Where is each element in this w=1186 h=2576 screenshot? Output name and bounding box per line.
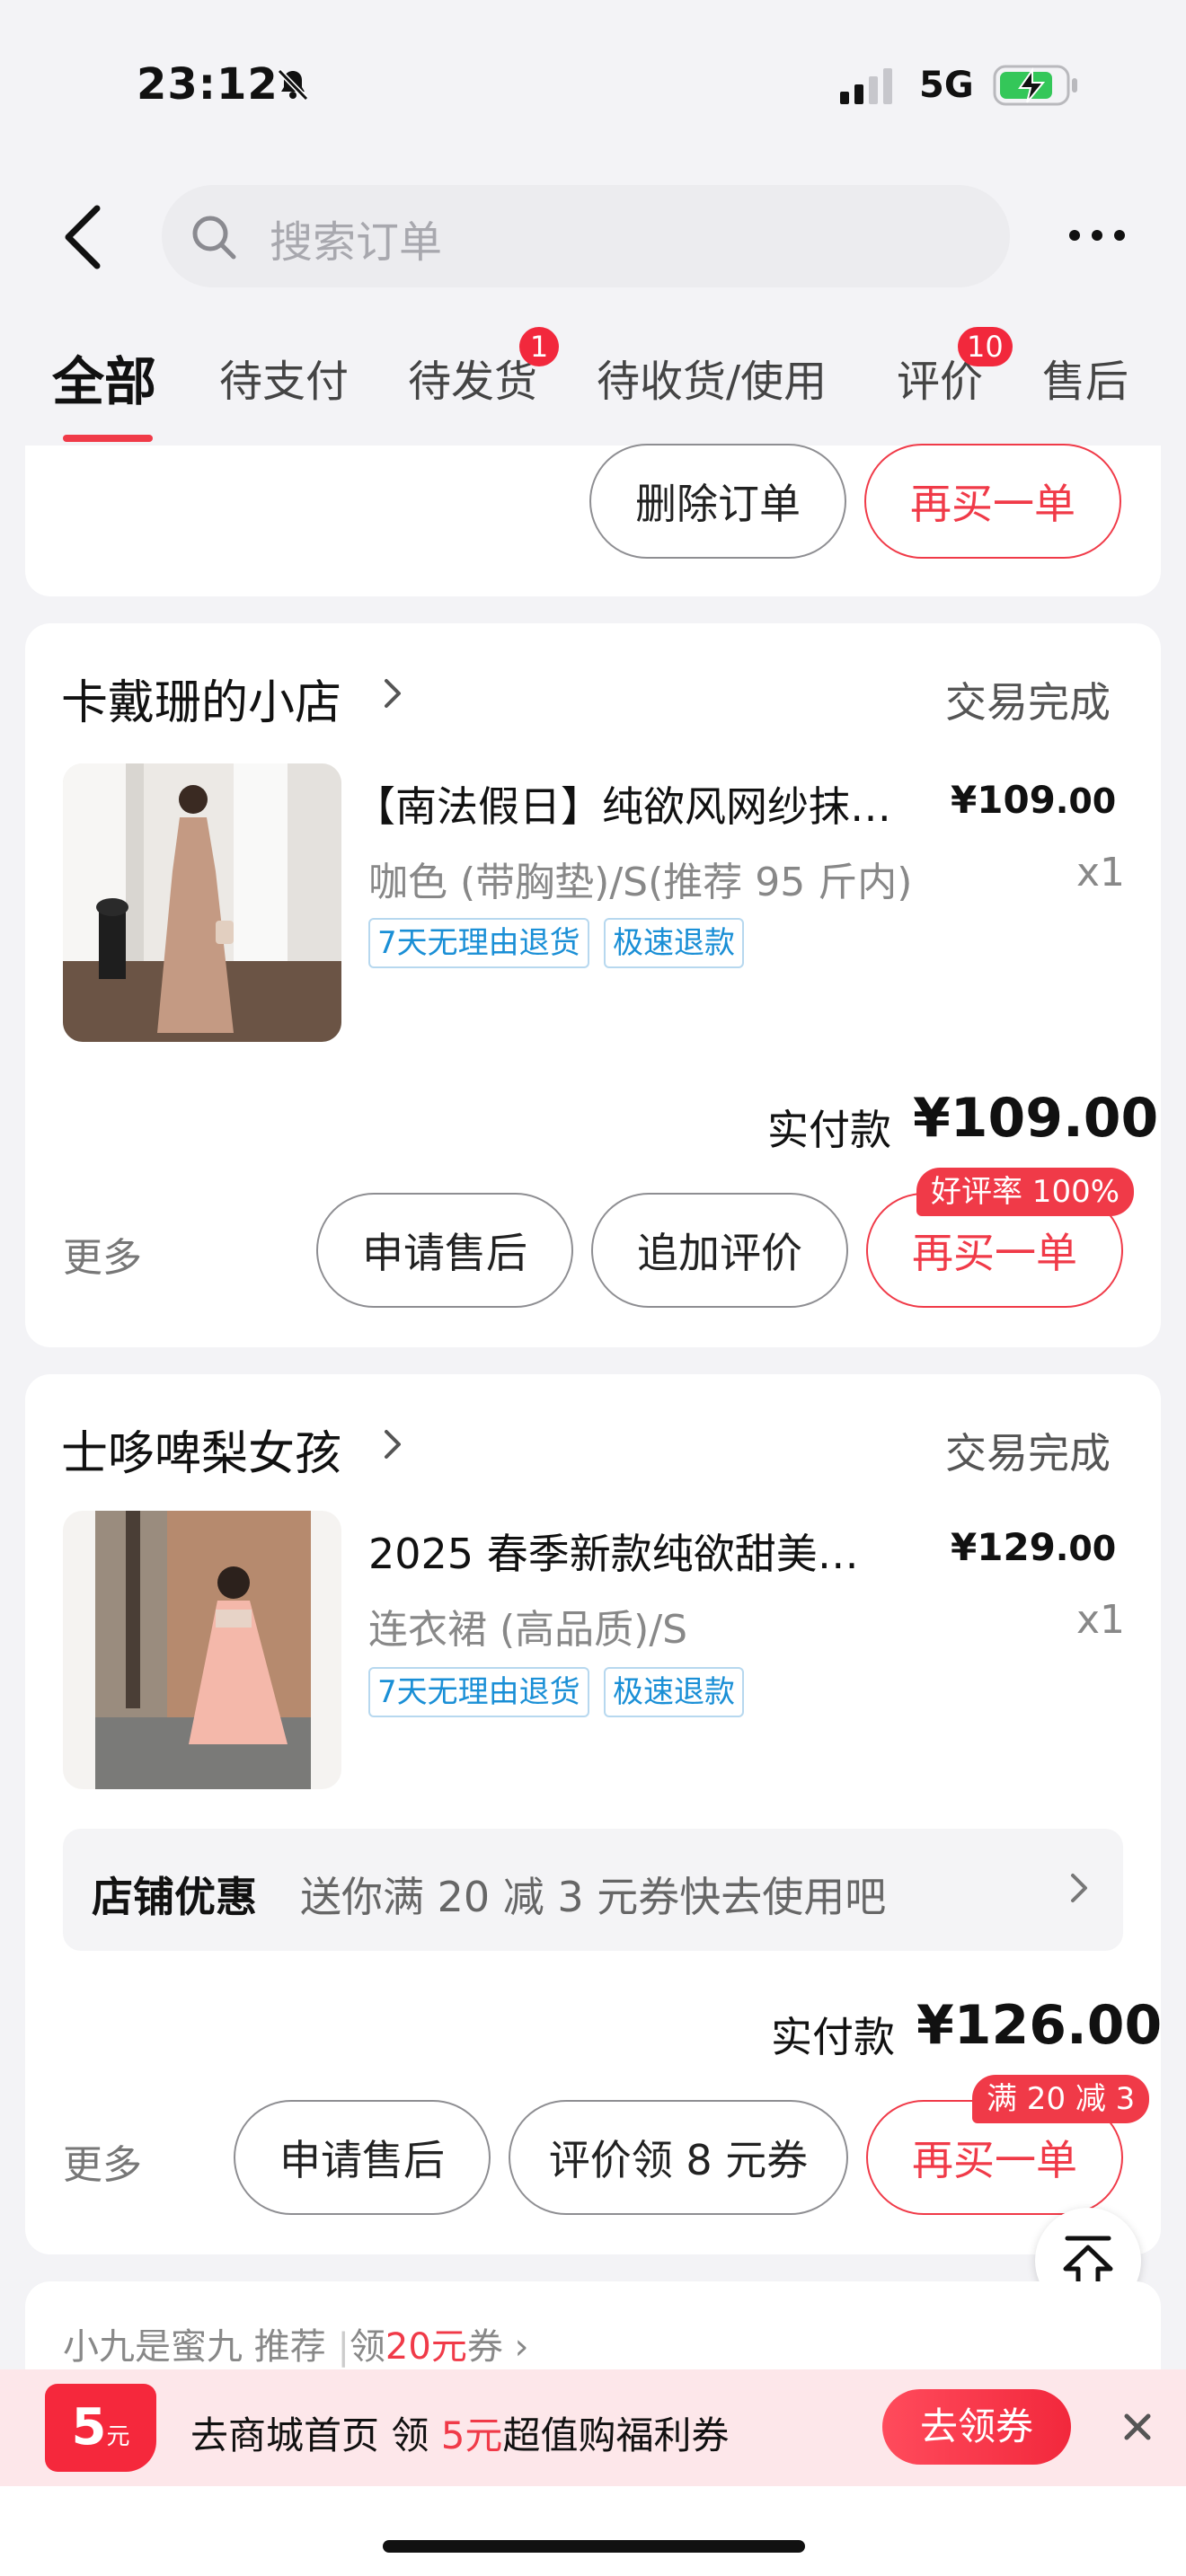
chevron-right-icon[interactable] xyxy=(381,1426,404,1462)
price-integer: ¥109 xyxy=(951,778,1056,822)
product-title[interactable]: 【南法假日】纯欲风网纱抹… xyxy=(354,774,891,834)
fast-refund-tag: 极速退款 xyxy=(604,1667,744,1717)
signal-icon xyxy=(840,68,892,104)
add-review-button[interactable]: 追加评价 xyxy=(591,1193,848,1308)
battery-icon xyxy=(993,65,1077,106)
promo-badge-unit: 元 xyxy=(106,2423,130,2450)
coupon-prefix: 领 xyxy=(349,2326,385,2368)
tab-badge: 1 xyxy=(519,327,559,366)
product-qty: x1 xyxy=(1076,1597,1126,1643)
tab-badge: 10 xyxy=(958,327,1013,366)
back-icon[interactable] xyxy=(58,203,108,271)
paid-amount: ¥109.00 xyxy=(913,1087,1159,1150)
coupon-text: 送你满 20 减 3 元券快去使用吧 xyxy=(300,1873,887,1921)
search-icon xyxy=(192,216,236,260)
home-indicator[interactable] xyxy=(383,2540,805,2553)
coupon-suffix: 券 xyxy=(466,2326,503,2368)
product-qty: x1 xyxy=(1076,850,1126,895)
product-image[interactable] xyxy=(63,1511,341,1789)
price-decimal: .00 xyxy=(1055,1529,1117,1568)
chevron-right-icon: › xyxy=(502,2326,529,2368)
paid-amount: ¥126.00 xyxy=(916,1994,1163,2057)
rebuy-button[interactable]: 再买一单 xyxy=(864,444,1121,559)
review-coupon-button[interactable]: 评价领 8 元券 xyxy=(509,2100,848,2215)
product-spec: 咖色 (带胸垫)/S(推荐 95 斤内) xyxy=(368,860,913,905)
tab-all[interactable]: 全部 xyxy=(52,340,156,415)
paid-label: 实付款 xyxy=(771,2013,895,2061)
bell-slash-icon xyxy=(277,68,309,101)
promo-text-a: 去商城首页 领 xyxy=(190,2413,441,2457)
paid-label: 实付款 xyxy=(767,1106,891,1154)
product-price: ¥109.00 xyxy=(951,778,1116,822)
recommend-suffix: 推荐 xyxy=(253,2326,326,2368)
product-spec: 连衣裙 (高品质)/S xyxy=(368,1607,688,1653)
search-placeholder: 搜索订单 xyxy=(270,217,443,268)
more-actions-link[interactable]: 更多 xyxy=(63,2132,142,2190)
product-price: ¥129.00 xyxy=(951,1525,1116,1569)
tab-pending-shipment[interactable]: 待发货 xyxy=(408,346,537,409)
promo-text-b: 超值购福利券 xyxy=(502,2413,730,2457)
network-type: 5G xyxy=(919,65,974,106)
order-status: 交易完成 xyxy=(945,1429,1111,1478)
price-decimal: .00 xyxy=(1055,781,1117,821)
status-time: 23:12 xyxy=(137,59,279,110)
tab-after-sales[interactable]: 售后 xyxy=(1042,346,1128,409)
claim-coupon-button[interactable]: 去领券 xyxy=(882,2389,1071,2465)
rating-badge: 好评率 100% xyxy=(916,1168,1135,1216)
tab-pending-payment[interactable]: 待支付 xyxy=(219,346,349,409)
tab-pending-receipt[interactable]: 待收货/使用 xyxy=(597,346,827,409)
recommend-header[interactable]: 小九是蜜九 推荐 |领20元券 › xyxy=(63,2317,529,2369)
shop-name[interactable]: 卡戴珊的小店 xyxy=(61,665,341,732)
chevron-right-icon xyxy=(1071,1874,1087,1902)
delete-order-button[interactable]: 删除订单 xyxy=(589,444,846,559)
coupon-label: 店铺优惠 xyxy=(92,1873,257,1921)
product-title[interactable]: 2025 春季新款纯欲甜美… xyxy=(368,1522,859,1581)
more-icon[interactable] xyxy=(1066,226,1128,244)
order-status: 交易完成 xyxy=(945,678,1111,727)
promo-coupon-badge: 5元 xyxy=(45,2384,156,2472)
promo-badge-amount: 5 xyxy=(71,2398,107,2457)
recommend-shop: 小九是蜜九 xyxy=(63,2326,243,2368)
coupon-badge: 满 20 减 3 xyxy=(972,2075,1150,2123)
bottom-safe-area xyxy=(0,2486,1186,2576)
shop-name[interactable]: 士哆啤梨女孩 xyxy=(61,1416,341,1483)
after-sales-button[interactable]: 申请售后 xyxy=(316,1193,573,1308)
product-image[interactable] xyxy=(63,763,341,1042)
return-policy-tag: 7天无理由退货 xyxy=(368,1667,589,1717)
tab-active-indicator xyxy=(63,435,153,442)
promo-text-amount: 5元 xyxy=(440,2413,503,2457)
promo-text: 去商城首页 领 5元超值购福利券 xyxy=(190,2405,729,2460)
coupon-amount: 20元 xyxy=(385,2326,467,2368)
return-policy-tag: 7天无理由退货 xyxy=(368,918,589,968)
fast-refund-tag: 极速退款 xyxy=(604,918,744,968)
close-icon[interactable] xyxy=(1121,2411,1154,2443)
price-integer: ¥129 xyxy=(951,1525,1056,1569)
chevron-right-icon[interactable] xyxy=(381,675,404,711)
after-sales-button[interactable]: 申请售后 xyxy=(234,2100,491,2215)
more-actions-link[interactable]: 更多 xyxy=(63,1225,142,1283)
